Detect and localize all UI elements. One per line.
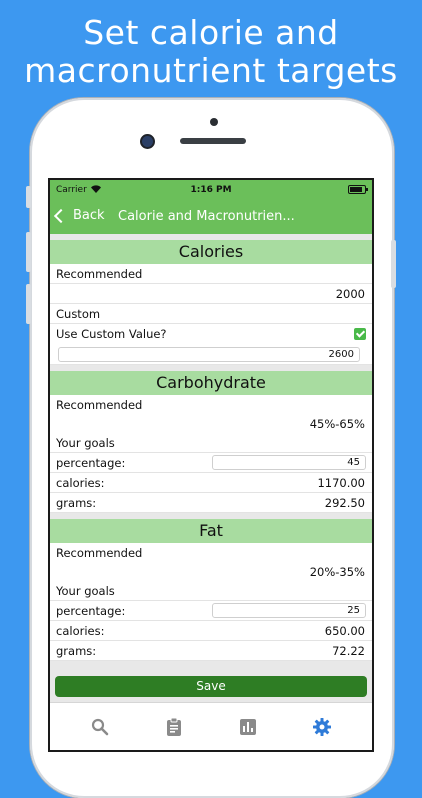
- custom-calories-input[interactable]: 2600: [58, 347, 360, 362]
- carb-recommended-label: Recommended: [56, 398, 143, 412]
- fat-recommended-value-row: 20%-35%: [50, 562, 372, 581]
- save-bar: Save: [50, 671, 372, 702]
- page-title: Calorie and Macronutrien...: [118, 209, 295, 224]
- navigation-bar: Back Calorie and Macronutrien...: [50, 200, 372, 234]
- status-bar: Carrier 1:16 PM: [50, 180, 372, 200]
- fat-recommended-label: Recommended: [56, 546, 143, 560]
- tab-bar: [50, 702, 372, 750]
- back-button[interactable]: Back: [53, 208, 105, 223]
- carb-recommended-label-row: Recommended: [50, 395, 372, 414]
- battery-icon: [348, 185, 368, 194]
- status-time: 1:16 PM: [190, 185, 232, 195]
- fat-goals-label: Your goals: [56, 584, 115, 598]
- search-icon: [91, 718, 109, 736]
- calories-recommended-label-row: Recommended: [50, 264, 372, 284]
- carb-grams-label: grams:: [56, 496, 97, 510]
- calories-custom-label: Custom: [56, 307, 101, 321]
- fat-percentage-row: percentage: 25: [50, 601, 372, 621]
- use-custom-checkbox[interactable]: [354, 328, 366, 340]
- tab-search[interactable]: [90, 717, 110, 737]
- chevron-left-icon: [53, 208, 69, 223]
- carb-goals-label: Your goals: [56, 436, 115, 450]
- calories-section: Calories Recommended 2000 Custom Use Cus…: [50, 234, 372, 365]
- carb-recommended-value-row: 45%-65%: [50, 414, 372, 433]
- carbohydrate-section: Carbohydrate Recommended 45%-65% Your go…: [50, 365, 372, 513]
- fat-calories-value: 650.00: [324, 624, 365, 638]
- fat-calories-row: calories: 650.00: [50, 621, 372, 641]
- carb-percentage-input[interactable]: 45: [212, 455, 366, 470]
- phone-mute-switch: [26, 186, 31, 208]
- tab-charts[interactable]: [238, 717, 258, 737]
- gear-icon: [313, 718, 331, 736]
- custom-value-row: 2600: [50, 343, 372, 365]
- fat-calories-label: calories:: [56, 624, 105, 638]
- phone-volume-up: [26, 232, 31, 272]
- calories-recommended-label: Recommended: [56, 267, 143, 281]
- carb-grams-value: 292.50: [324, 496, 365, 510]
- tab-log[interactable]: [164, 717, 184, 737]
- calories-custom-row: Custom: [50, 304, 372, 324]
- fat-goals-row: Your goals: [50, 581, 372, 601]
- fat-grams-value: 72.22: [332, 644, 365, 658]
- fat-grams-row: grams: 72.22: [50, 641, 372, 661]
- carb-recommended-value: 45%-65%: [309, 417, 365, 431]
- app-screen: Carrier 1:16 PM Back Calorie and Macronu…: [50, 180, 372, 750]
- carb-calories-label: calories:: [56, 476, 105, 490]
- use-custom-label: Use Custom Value?: [56, 327, 167, 341]
- carb-grams-row: grams: 292.50: [50, 493, 372, 513]
- calories-recommended-value-row: 2000: [50, 284, 372, 304]
- use-custom-row: Use Custom Value?: [50, 324, 372, 343]
- clipboard-icon: [167, 717, 181, 736]
- phone-power-button: [391, 240, 396, 288]
- fat-grams-label: grams:: [56, 644, 97, 658]
- carb-calories-row: calories: 1170.00: [50, 473, 372, 493]
- phone-volume-down: [26, 284, 31, 324]
- carb-calories-value: 1170.00: [317, 476, 365, 490]
- carb-percentage-row: percentage: 45: [50, 453, 372, 473]
- calories-heading: Calories: [50, 234, 372, 264]
- marketing-headline: Set calorie and macronutrient targets: [0, 14, 422, 90]
- settings-content[interactable]: Calories Recommended 2000 Custom Use Cus…: [50, 234, 372, 702]
- fat-recommended-value: 20%-35%: [309, 565, 365, 579]
- fat-percentage-label: percentage:: [56, 604, 126, 618]
- fat-heading: Fat: [50, 513, 372, 543]
- tab-settings[interactable]: [312, 717, 332, 737]
- bar-chart-icon: [240, 719, 256, 735]
- carb-percentage-label: percentage:: [56, 456, 126, 470]
- carbohydrate-heading: Carbohydrate: [50, 365, 372, 395]
- calories-recommended-value: 2000: [335, 287, 365, 301]
- save-button[interactable]: Save: [55, 676, 367, 697]
- phone-sensor: [210, 118, 218, 126]
- fat-recommended-label-row: Recommended: [50, 543, 372, 562]
- back-label: Back: [73, 208, 105, 223]
- carb-goals-row: Your goals: [50, 433, 372, 453]
- headline-line-1: Set calorie and: [83, 13, 339, 52]
- fat-section: Fat Recommended 20%-35% Your goals perce…: [50, 513, 372, 661]
- headline-line-2: macronutrient targets: [24, 51, 398, 90]
- phone-speaker: [180, 138, 246, 144]
- fat-percentage-input[interactable]: 25: [212, 603, 366, 618]
- phone-camera: [142, 136, 153, 147]
